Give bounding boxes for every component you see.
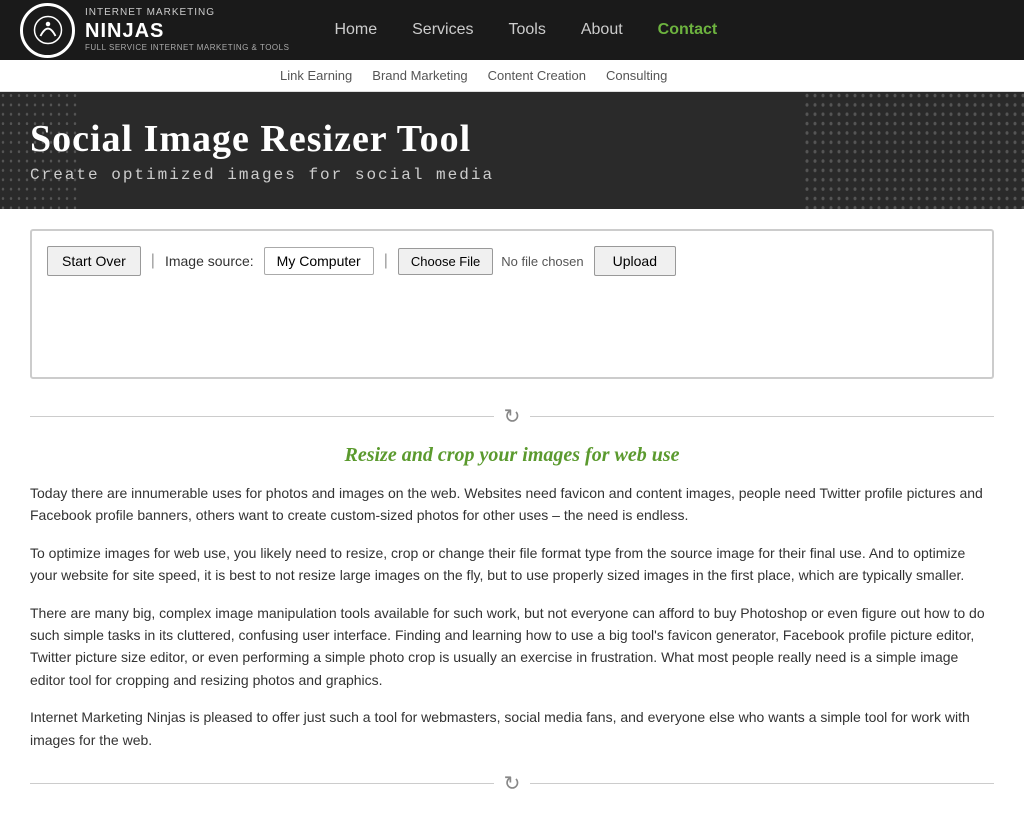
divider-line-bottom-right bbox=[530, 783, 994, 784]
nav-about[interactable]: About bbox=[566, 13, 638, 47]
main-nav: Home Services Tools About Contact bbox=[319, 13, 732, 47]
section-title: Resize and crop your images for web use bbox=[30, 444, 994, 467]
refresh-icon-bottom: ↻ bbox=[504, 771, 521, 796]
section-divider-top: ↻ bbox=[30, 404, 994, 429]
body-paragraph-3: There are many big, complex image manipu… bbox=[30, 602, 994, 692]
sub-nav-brand-marketing[interactable]: Brand Marketing bbox=[372, 68, 467, 83]
body-paragraph-2: To optimize images for web use, you like… bbox=[30, 542, 994, 587]
body-paragraph-1: Today there are innumerable uses for pho… bbox=[30, 482, 994, 527]
logo-main-line: NINJAS bbox=[85, 19, 289, 43]
sub-navigation: Link Earning Brand Marketing Content Cre… bbox=[0, 60, 1024, 92]
nav-tools[interactable]: Tools bbox=[493, 13, 560, 47]
section-divider-bottom: ↻ bbox=[30, 771, 994, 796]
hero-banner: Social Image Resizer Tool Create optimiz… bbox=[0, 92, 1024, 209]
tool-controls: Start Over | Image source: My Computer |… bbox=[47, 246, 977, 276]
top-navigation: INTERNET MARKETING NINJAS FULL SERVICE I… bbox=[0, 0, 1024, 60]
body-paragraph-4: Internet Marketing Ninjas is pleased to … bbox=[30, 706, 994, 751]
separator-1: | bbox=[151, 252, 155, 270]
choose-file-button[interactable]: Choose File bbox=[398, 248, 493, 275]
tool-box: Start Over | Image source: My Computer |… bbox=[30, 229, 994, 379]
no-file-text: No file chosen bbox=[501, 254, 583, 269]
start-over-button[interactable]: Start Over bbox=[47, 246, 141, 276]
separator-2: | bbox=[384, 252, 388, 270]
image-source-label: Image source: bbox=[165, 253, 254, 269]
logo-circle bbox=[20, 3, 75, 58]
divider-line-left bbox=[30, 416, 494, 417]
file-input-wrapper: Choose File No file chosen bbox=[398, 248, 584, 275]
logo-sub-line: FULL SERVICE INTERNET MARKETING & TOOLS bbox=[85, 43, 289, 53]
refresh-icon: ↻ bbox=[504, 404, 521, 429]
nav-services[interactable]: Services bbox=[397, 13, 488, 47]
logo-top-line: INTERNET MARKETING bbox=[85, 7, 289, 19]
logo[interactable]: INTERNET MARKETING NINJAS FULL SERVICE I… bbox=[20, 3, 289, 58]
divider-line-bottom-left bbox=[30, 783, 494, 784]
divider-line-right bbox=[530, 416, 994, 417]
upload-button[interactable]: Upload bbox=[594, 246, 676, 276]
sub-nav-consulting[interactable]: Consulting bbox=[606, 68, 667, 83]
main-content: Start Over | Image source: My Computer |… bbox=[0, 209, 1024, 831]
logo-text: INTERNET MARKETING NINJAS FULL SERVICE I… bbox=[85, 7, 289, 53]
my-computer-button[interactable]: My Computer bbox=[264, 247, 374, 275]
hero-title: Social Image Resizer Tool bbox=[30, 117, 994, 161]
hero-subtitle: Create optimized images for social media bbox=[30, 166, 994, 184]
nav-contact[interactable]: Contact bbox=[643, 13, 733, 47]
nav-home[interactable]: Home bbox=[319, 13, 392, 47]
sub-nav-content-creation[interactable]: Content Creation bbox=[488, 68, 586, 83]
sub-nav-link-earning[interactable]: Link Earning bbox=[280, 68, 352, 83]
